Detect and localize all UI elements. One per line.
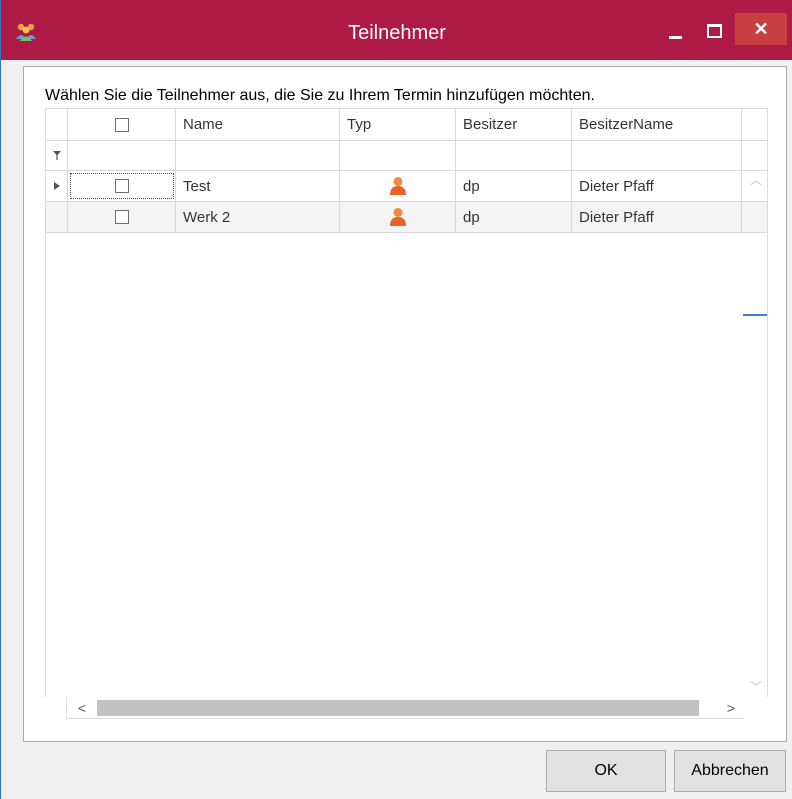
cell-besitzername[interactable]: Dieter Pfaff <box>572 171 742 201</box>
table-row[interactable]: Test dp Dieter Pfaff <box>46 171 767 202</box>
row-indicator <box>46 202 68 232</box>
grid-filter-row <box>46 141 767 171</box>
cell-besitzer[interactable]: dp <box>456 171 572 201</box>
cell-name[interactable]: Test <box>176 171 340 201</box>
filter-cell-besitzername[interactable] <box>572 141 742 170</box>
scroll-down-icon[interactable]: ﹀ <box>750 678 762 698</box>
scroll-left-icon[interactable]: < <box>73 697 91 719</box>
filter-cell-select[interactable] <box>68 141 176 170</box>
minimize-button[interactable] <box>661 22 691 44</box>
column-header-name[interactable]: Name <box>176 109 340 140</box>
current-row-arrow-icon <box>53 182 60 190</box>
header-spacer <box>742 109 767 140</box>
cell-typ[interactable] <box>340 171 456 201</box>
column-header-typ[interactable]: Typ <box>340 109 456 140</box>
scroll-right-icon[interactable]: > <box>719 697 743 719</box>
person-icon <box>389 177 406 195</box>
filter-icon <box>52 151 61 160</box>
column-header-besitzer[interactable]: Besitzer <box>456 109 572 140</box>
filter-row-indicator <box>46 141 68 170</box>
grid-header-row: Name Typ Besitzer BesitzerName <box>46 109 767 141</box>
vertical-scroll-thumb[interactable] <box>743 314 767 316</box>
header-row-indicator <box>46 109 68 140</box>
row-select-cell[interactable] <box>68 202 176 232</box>
scroll-up-icon[interactable]: ︿ <box>750 171 762 191</box>
horizontal-scrollbar[interactable]: < > <box>45 697 768 719</box>
filter-cell-typ[interactable] <box>340 141 456 170</box>
scroll-corner-left <box>45 697 67 719</box>
participants-grid: Name Typ Besitzer BesitzerName Test dp D… <box>45 108 768 719</box>
column-header-besitzername[interactable]: BesitzerName <box>572 109 742 140</box>
dialog-window: Teilnehmer ✕ Wählen Sie die Teilnehmer a… <box>0 0 792 799</box>
row-checkbox[interactable] <box>114 179 129 193</box>
cell-besitzername[interactable]: Dieter Pfaff <box>572 202 742 232</box>
filter-spacer <box>742 141 767 170</box>
ok-button[interactable]: OK <box>546 750 666 792</box>
vertical-scrollbar[interactable]: ︿ ﹀ <box>743 171 768 698</box>
select-all-checkbox[interactable] <box>114 117 129 132</box>
horizontal-scroll-thumb[interactable] <box>97 700 699 716</box>
row-indicator <box>46 171 68 201</box>
maximize-button[interactable] <box>699 22 729 44</box>
filter-cell-besitzer[interactable] <box>456 141 572 170</box>
close-button[interactable]: ✕ <box>735 13 787 45</box>
cell-besitzer[interactable]: dp <box>456 202 572 232</box>
instruction-text: Wählen Sie die Teilnehmer aus, die Sie z… <box>45 87 595 104</box>
row-checkbox[interactable] <box>114 210 129 224</box>
title-bar[interactable]: Teilnehmer ✕ <box>1 0 792 60</box>
header-select-all[interactable] <box>68 109 176 140</box>
cancel-button[interactable]: Abbrechen <box>674 750 786 792</box>
scroll-corner-right <box>743 697 768 719</box>
row-select-cell[interactable] <box>68 171 176 201</box>
table-row[interactable]: Werk 2 dp Dieter Pfaff <box>46 202 767 233</box>
person-icon <box>389 208 406 226</box>
filter-cell-name[interactable] <box>176 141 340 170</box>
cell-typ[interactable] <box>340 202 456 232</box>
cell-name[interactable]: Werk 2 <box>176 202 340 232</box>
